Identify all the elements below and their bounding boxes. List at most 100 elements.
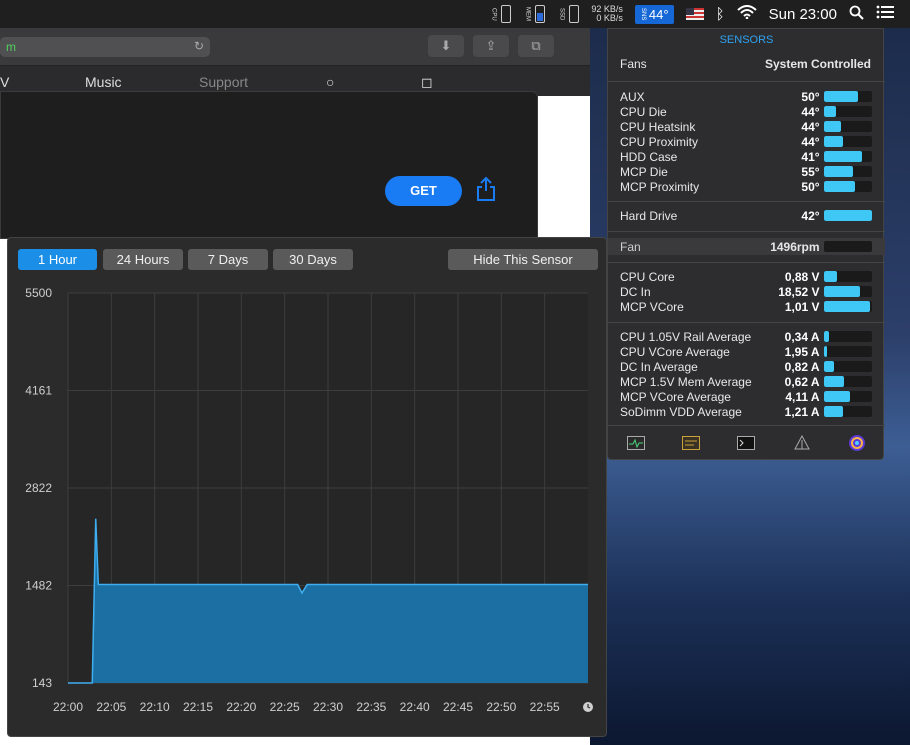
- sensor-row-fan[interactable]: Fan 1496rpm: [620, 239, 872, 254]
- sensor-value: 44°: [801, 134, 820, 149]
- sensors-menu-button[interactable]: SNS 44°: [634, 4, 674, 24]
- fans-label: Fans: [620, 57, 647, 71]
- divider: [608, 262, 885, 263]
- sensor-meter: [823, 241, 872, 252]
- sensor-value: 1,01 V: [784, 299, 820, 314]
- sensor-label: CPU Core: [620, 269, 675, 284]
- sensor-row[interactable]: CPU VCore Average 1,95 A: [620, 344, 872, 359]
- sensor-row[interactable]: SoDimm VDD Average 1,21 A: [620, 404, 872, 419]
- temp-readout: 44°: [648, 6, 669, 22]
- menu-clock[interactable]: Sun 23:00: [769, 6, 837, 23]
- sensor-meter: [823, 106, 872, 117]
- nav-item-music[interactable]: Music: [85, 74, 122, 90]
- nav-item-support[interactable]: Support: [199, 74, 248, 90]
- sensor-value: 0,82 A: [784, 359, 820, 374]
- sensor-value: 0,62 A: [784, 374, 820, 389]
- sensor-meter: [823, 346, 872, 357]
- sensor-meter: [823, 136, 872, 147]
- sensor-meter: [823, 166, 872, 177]
- sensor-row[interactable]: DC In Average 0,82 A: [620, 359, 872, 374]
- sensor-label: Fan: [620, 239, 641, 254]
- url-text: m: [6, 40, 16, 54]
- cpu-meter-icon[interactable]: CPU: [489, 5, 512, 23]
- wifi-icon[interactable]: [736, 5, 757, 23]
- fans-mode-row[interactable]: Fans System Controlled: [620, 57, 871, 71]
- tab-30-days[interactable]: 30 Days: [273, 249, 353, 270]
- spotlight-search-icon[interactable]: [849, 5, 864, 24]
- bluetooth-icon[interactable]: ᛒ: [716, 6, 725, 23]
- sensor-row[interactable]: MCP VCore Average 4,11 A: [620, 389, 872, 404]
- fans-mode-value: System Controlled: [764, 57, 871, 71]
- safari-toolbar: m ↻ ⬇ ⇪ ⧉: [0, 28, 590, 66]
- net-download-rate: 0 KB/s: [596, 13, 623, 23]
- console-icon[interactable]: [682, 435, 701, 451]
- sensor-label: DC In Average: [620, 359, 698, 374]
- sensor-label: CPU Die: [620, 104, 667, 119]
- x-tick-label: 22:50: [486, 700, 516, 714]
- notification-center-icon[interactable]: [876, 5, 894, 23]
- sensor-value: 1496rpm: [770, 239, 820, 254]
- activity-monitor-icon[interactable]: [626, 435, 645, 451]
- sensor-label: CPU Heatsink: [620, 119, 696, 134]
- x-tick-label: 22:10: [140, 700, 170, 714]
- sensor-meter: [823, 376, 872, 387]
- sensor-row[interactable]: DC In 18,52 V: [620, 284, 872, 299]
- tab-7-days[interactable]: 7 Days: [188, 249, 268, 270]
- x-tick-label: 22:20: [226, 700, 256, 714]
- memory-meter-icon[interactable]: MEM: [523, 5, 546, 23]
- sensor-value: 44°: [801, 104, 820, 119]
- sensor-value: 0,34 A: [784, 329, 820, 344]
- share-icon[interactable]: [475, 176, 497, 202]
- disk-meter-icon[interactable]: SSD: [557, 5, 580, 23]
- sensor-row[interactable]: CPU 1.05V Rail Average 0,34 A: [620, 329, 872, 344]
- sensor-meter: [823, 391, 872, 402]
- sensor-history-window: 1 Hour 24 Hours 7 Days 30 Days Hide This…: [7, 237, 607, 737]
- x-tick-label: 22:30: [313, 700, 343, 714]
- input-source-flag-icon[interactable]: [685, 8, 704, 20]
- y-tick-label: 5500: [25, 286, 52, 300]
- sensor-value: 55°: [801, 164, 820, 179]
- sensor-label: SoDimm VDD Average: [620, 404, 742, 419]
- sensor-label: MCP Die: [620, 164, 668, 179]
- sensor-row[interactable]: CPU Core 0,88 V: [620, 269, 872, 284]
- sensor-label: MCP VCore Average: [620, 389, 731, 404]
- tab-24-hours[interactable]: 24 Hours: [103, 249, 183, 270]
- hide-sensor-button[interactable]: Hide This Sensor: [448, 249, 598, 270]
- sensors-footer: [608, 425, 885, 459]
- sensors-menu: SENSORS Fans System Controlled AUX 50° CPU…: [607, 28, 885, 460]
- divider: [608, 201, 885, 202]
- network-speed[interactable]: 92 KB/s 0 KB/s: [591, 5, 623, 23]
- get-button[interactable]: GET: [385, 176, 462, 206]
- sensor-row[interactable]: CPU Proximity 44°: [620, 134, 872, 149]
- bag-icon[interactable]: ◻: [421, 74, 433, 91]
- tab-1-hour[interactable]: 1 Hour: [18, 249, 97, 270]
- share-button[interactable]: ⇪: [473, 35, 509, 57]
- sensor-row[interactable]: MCP Die 55°: [620, 164, 872, 179]
- sensor-row[interactable]: CPU Heatsink 44°: [620, 119, 872, 134]
- sensor-row[interactable]: MCP 1.5V Mem Average 0,62 A: [620, 374, 872, 389]
- sensor-label: Hard Drive: [620, 208, 678, 223]
- tabs-overview-button[interactable]: ⧉: [518, 35, 554, 57]
- search-icon[interactable]: ○: [326, 74, 334, 90]
- sensor-label: AUX: [620, 89, 645, 104]
- sensor-label: MCP VCore: [620, 299, 684, 314]
- sensor-meter: [823, 210, 872, 221]
- network-icon[interactable]: [793, 434, 811, 451]
- sensor-row[interactable]: AUX 50°: [620, 89, 872, 104]
- downloads-button[interactable]: ⬇: [428, 35, 464, 57]
- reload-icon[interactable]: ↻: [194, 39, 204, 53]
- sensor-meter: [823, 151, 872, 162]
- x-tick-label: 22:25: [270, 700, 300, 714]
- nav-item-tv[interactable]: V: [0, 74, 9, 90]
- sensor-row[interactable]: MCP VCore 1,01 V: [620, 299, 872, 314]
- sensor-row[interactable]: CPU Die 44°: [620, 104, 872, 119]
- sensor-row-hard-drive[interactable]: Hard Drive 42°: [620, 208, 872, 223]
- terminal-icon[interactable]: [737, 435, 756, 451]
- divider: [608, 322, 885, 323]
- sensor-row[interactable]: HDD Case 41°: [620, 149, 872, 164]
- address-bar[interactable]: m ↻: [0, 37, 210, 57]
- sensor-value: 50°: [801, 179, 820, 194]
- menu-bar: CPU MEM SSD 92 KB/s 0 KB/s SNS 44° ᛒ Sun…: [0, 0, 910, 28]
- istat-icon[interactable]: [848, 434, 866, 451]
- sensor-row[interactable]: MCP Proximity 50°: [620, 179, 872, 194]
